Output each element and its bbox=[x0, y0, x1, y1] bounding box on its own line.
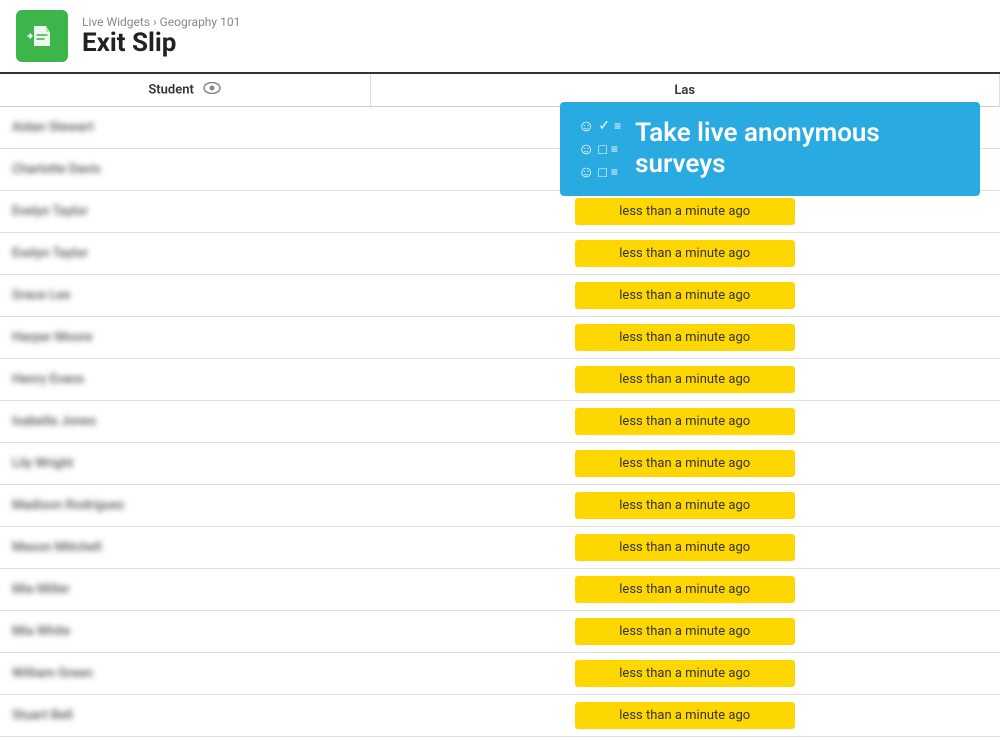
last-response-cell: less than a minute ago bbox=[370, 695, 1000, 737]
app-header: Live Widgets › Geography 101 Exit Slip bbox=[0, 0, 1000, 74]
table-row: Isabella Jones less than a minute ago bbox=[0, 401, 1000, 443]
header-text: Live Widgets › Geography 101 Exit Slip bbox=[82, 15, 240, 58]
smiley-check-icon: ☺ bbox=[578, 116, 594, 136]
table-row: Madison Rodriguez less than a minute ago bbox=[0, 485, 1000, 527]
response-badge: less than a minute ago bbox=[575, 198, 795, 225]
last-response-cell: less than a minute ago bbox=[370, 569, 1000, 611]
response-badge: less than a minute ago bbox=[575, 618, 795, 645]
response-badge: less than a minute ago bbox=[575, 408, 795, 435]
response-badge: less than a minute ago bbox=[575, 534, 795, 561]
response-badge: less than a minute ago bbox=[575, 492, 795, 519]
tooltip-icons: ☺ ✓ ≡ ☺ □ ≡ ☺ □ ≡ bbox=[578, 116, 621, 182]
table-row: Mia Miller less than a minute ago bbox=[0, 569, 1000, 611]
table-row: Lily Wright less than a minute ago bbox=[0, 443, 1000, 485]
visibility-icon[interactable] bbox=[203, 82, 221, 98]
last-response-cell: less than a minute ago bbox=[370, 191, 1000, 233]
response-badge: less than a minute ago bbox=[575, 450, 795, 477]
smiley-box2-icon: ☺ bbox=[578, 162, 594, 182]
student-name-cell: Mia White bbox=[0, 611, 370, 653]
last-response-cell: less than a minute ago bbox=[370, 443, 1000, 485]
last-response-cell: less than a minute ago bbox=[370, 611, 1000, 653]
table-row: Grace Lee less than a minute ago bbox=[0, 275, 1000, 317]
page-title: Exit Slip bbox=[82, 29, 240, 58]
response-badge: less than a minute ago bbox=[575, 366, 795, 393]
table-row: William Green less than a minute ago bbox=[0, 653, 1000, 695]
table-row: Evelyn Taylor less than a minute ago bbox=[0, 233, 1000, 275]
last-response-cell: less than a minute ago bbox=[370, 653, 1000, 695]
last-response-cell: less than a minute ago bbox=[370, 275, 1000, 317]
last-response-cell: less than a minute ago bbox=[370, 485, 1000, 527]
table-row: Stuart Bell less than a minute ago bbox=[0, 695, 1000, 737]
student-name-cell: Aidan Stewart bbox=[0, 107, 370, 149]
student-name-cell: Mason Mitchell bbox=[0, 527, 370, 569]
response-badge: less than a minute ago bbox=[575, 702, 795, 729]
student-name-cell: Stuart Bell bbox=[0, 695, 370, 737]
tooltip-popup: ☺ ✓ ≡ ☺ □ ≡ ☺ □ ≡ Take live anonymous su… bbox=[560, 102, 980, 196]
student-name-cell: Madison Rodriguez bbox=[0, 485, 370, 527]
response-badge: less than a minute ago bbox=[575, 324, 795, 351]
last-response-cell: less than a minute ago bbox=[370, 401, 1000, 443]
student-name-cell: Grace Lee bbox=[0, 275, 370, 317]
student-name-cell: Harper Moore bbox=[0, 317, 370, 359]
student-name-cell: Evelyn Taylor bbox=[0, 191, 370, 233]
table-row: Evelyn Taylor less than a minute ago bbox=[0, 191, 1000, 233]
table-row: Harper Moore less than a minute ago bbox=[0, 317, 1000, 359]
last-response-cell: less than a minute ago bbox=[370, 317, 1000, 359]
response-badge: less than a minute ago bbox=[575, 240, 795, 267]
table-row: Mia White less than a minute ago bbox=[0, 611, 1000, 653]
student-name-cell: Lily Wright bbox=[0, 443, 370, 485]
student-name-cell: Evelyn Taylor bbox=[0, 233, 370, 275]
table-row: Henry Evans less than a minute ago bbox=[0, 359, 1000, 401]
student-name-cell: Mia Miller bbox=[0, 569, 370, 611]
student-name-cell: Charlotte Davis bbox=[0, 149, 370, 191]
response-badge: less than a minute ago bbox=[575, 660, 795, 687]
last-response-cell: less than a minute ago bbox=[370, 359, 1000, 401]
col-header-student: Student bbox=[0, 74, 370, 107]
table-row: Mason Mitchell less than a minute ago bbox=[0, 527, 1000, 569]
smiley-box-icon: ☺ bbox=[578, 139, 594, 159]
response-badge: less than a minute ago bbox=[575, 282, 795, 309]
student-name-cell: Henry Evans bbox=[0, 359, 370, 401]
last-response-cell: less than a minute ago bbox=[370, 527, 1000, 569]
tooltip-text: Take live anonymous surveys bbox=[635, 118, 962, 180]
student-name-cell: Isabella Jones bbox=[0, 401, 370, 443]
app-logo bbox=[16, 10, 68, 62]
student-name-cell: William Green bbox=[0, 653, 370, 695]
last-response-cell: less than a minute ago bbox=[370, 233, 1000, 275]
breadcrumb: Live Widgets › Geography 101 bbox=[82, 15, 240, 29]
response-badge: less than a minute ago bbox=[575, 576, 795, 603]
